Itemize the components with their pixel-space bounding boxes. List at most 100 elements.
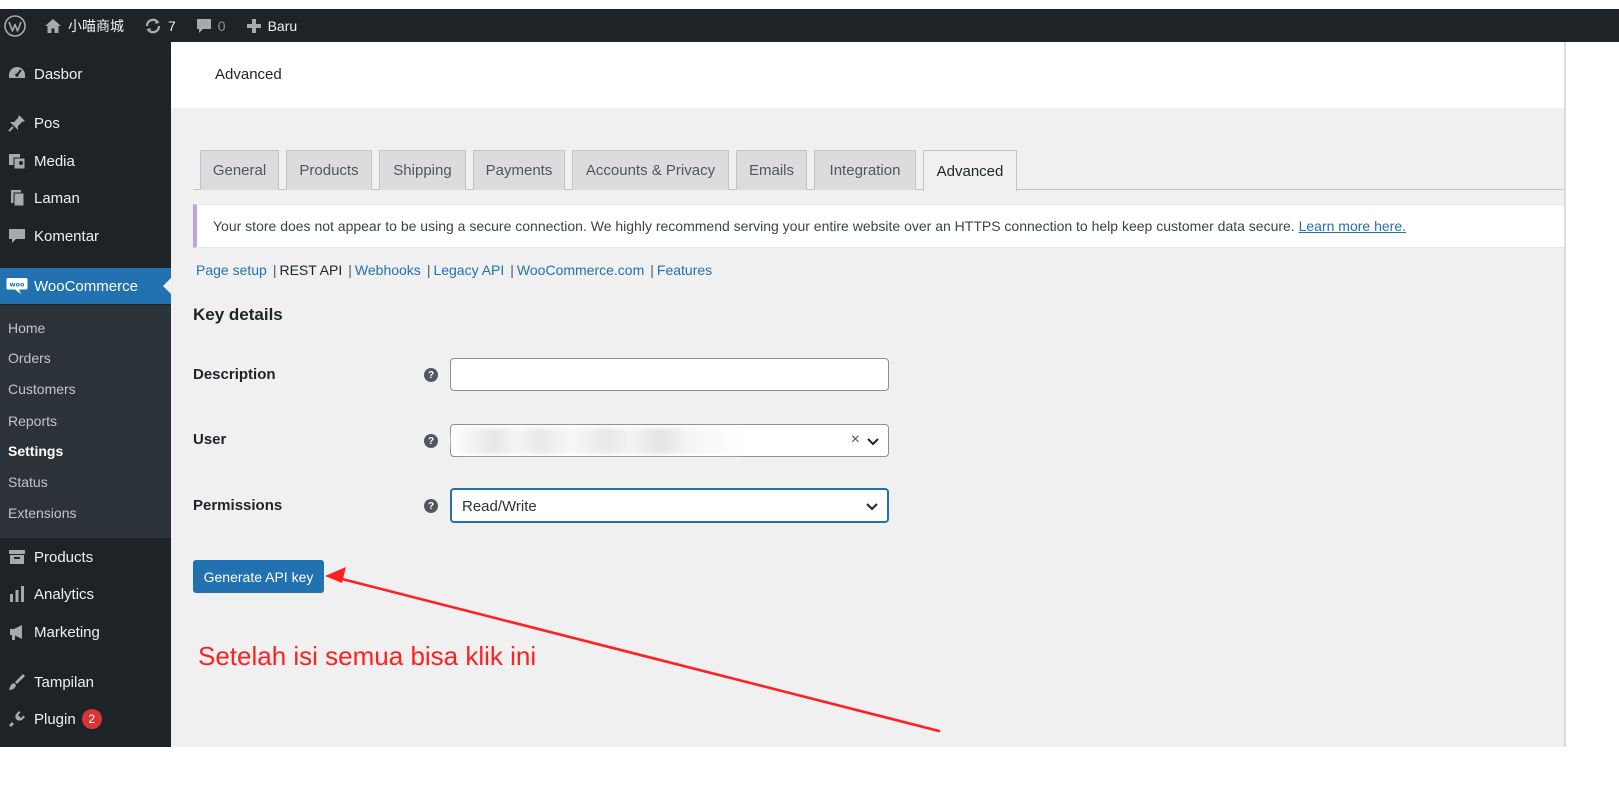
admin-bar: 小喵商城 7 0 Baru [0, 9, 1619, 42]
advanced-section-links: Page setup | REST API | Webhooks | Legacy API |… [196, 262, 712, 278]
section-link-features[interactable]: Features [657, 262, 712, 278]
sidebar-item-label: Analytics [34, 585, 95, 603]
woocommerce-submenu: Home Orders Customers Reports Settings S… [0, 305, 171, 538]
active-menu-arrow [163, 278, 171, 294]
generate-api-key-button[interactable]: Generate API key [193, 560, 324, 593]
plus-icon [246, 18, 261, 33]
submenu-item-status[interactable]: Status [8, 474, 48, 490]
chevron-down-icon [866, 503, 878, 511]
key-details-heading: Key details [193, 305, 283, 324]
window-edge [1564, 42, 1566, 747]
screenshot-root: 小喵商城 7 0 Baru Dasbor Pos Media Laman Kom… [0, 0, 1619, 785]
sidebar-item-label: Pos [34, 114, 60, 132]
sidebar-item-label: Komentar [34, 227, 100, 245]
sidebar-item-pos[interactable]: Pos [0, 105, 171, 141]
tab-shipping[interactable]: Shipping [379, 150, 466, 190]
separator: | [426, 262, 431, 278]
sidebar-item-komentar[interactable]: Komentar [0, 218, 171, 254]
tab-products[interactable]: Products [286, 150, 372, 190]
sidebar-item-label: Products [34, 548, 94, 566]
pin-icon [0, 113, 34, 133]
description-input[interactable] [450, 358, 889, 391]
user-label: User [193, 431, 227, 448]
sidebar-item-marketing[interactable]: Marketing [0, 614, 171, 650]
description-label: Description [193, 366, 276, 383]
sidebar-item-products[interactable]: Products [0, 539, 171, 575]
media-icon [0, 151, 34, 171]
home-icon [45, 18, 61, 33]
svg-text:woo: woo [10, 281, 25, 289]
sidebar-item-woocommerce[interactable]: woo WooCommerce [0, 268, 171, 304]
new-content-link[interactable]: Baru [236, 9, 308, 42]
sidebar-item-label: WooCommerce [34, 277, 138, 295]
separator: | [272, 262, 277, 278]
comment-icon [0, 226, 34, 246]
tab-payments[interactable]: Payments [473, 150, 565, 190]
sidebar-item-laman[interactable]: Laman [0, 180, 171, 216]
submenu-item-home[interactable]: Home [8, 320, 45, 336]
help-icon[interactable]: ? [424, 499, 438, 513]
sidebar-item-label: Dasbor [34, 65, 83, 83]
page-icon [0, 188, 34, 208]
refresh-icon [145, 18, 161, 33]
help-icon[interactable]: ? [424, 368, 438, 382]
sidebar-item-tampilan[interactable]: Tampilan [0, 664, 171, 700]
sidebar-item-analytics[interactable]: Analytics [0, 576, 171, 612]
sidebar-item-label: Tampilan [34, 673, 95, 691]
section-link-page-setup[interactable]: Page setup [196, 262, 267, 278]
settings-tabs: General Products Shipping Payments Accou… [193, 150, 1564, 191]
archive-icon [0, 547, 34, 567]
user-select[interactable]: × [450, 424, 889, 457]
submenu-item-customers[interactable]: Customers [8, 381, 76, 397]
sidebar-item-media[interactable]: Media [0, 143, 171, 179]
megaphone-icon [0, 622, 34, 642]
updates-link[interactable]: 7 [134, 9, 186, 42]
clear-selection-icon[interactable]: × [851, 431, 860, 449]
new-content-label: Baru [267, 17, 298, 34]
permissions-label: Permissions [193, 497, 283, 514]
separator: | [510, 262, 514, 278]
permissions-selected-value: Read/Write [462, 498, 537, 515]
bar-chart-icon [0, 584, 34, 604]
submenu-item-extensions[interactable]: Extensions [8, 505, 76, 521]
brush-icon [0, 672, 34, 692]
sidebar-item-label: Laman [34, 189, 80, 207]
tab-integration[interactable]: Integration [814, 150, 916, 190]
sidebar-item-label: Media [34, 152, 75, 170]
tab-emails[interactable]: Emails [736, 150, 807, 190]
sidebar-item-plugin[interactable]: Plugin 2 [0, 701, 171, 737]
page-header: Advanced [171, 42, 1564, 108]
submenu-item-reports[interactable]: Reports [8, 413, 57, 429]
redacted-user-value [451, 428, 751, 454]
tab-general[interactable]: General [200, 150, 279, 190]
sidebar-item-label: Marketing [34, 623, 100, 641]
sidebar-item-dasbor[interactable]: Dasbor [0, 56, 171, 92]
section-link-rest-api[interactable]: REST API [279, 262, 342, 278]
separator: | [348, 262, 352, 278]
notice-text: Your store does not appear to be using a… [213, 218, 1295, 234]
comment-bubble-icon [196, 18, 211, 33]
wordpress-logo-button[interactable] [0, 9, 34, 42]
admin-sidebar: Dasbor Pos Media Laman Komentar woo WooC… [0, 42, 171, 747]
help-icon[interactable]: ? [424, 434, 438, 448]
separator: | [650, 262, 654, 278]
plugin-icon [0, 709, 34, 729]
chevron-down-icon [867, 438, 879, 446]
permissions-select[interactable]: Read/Write [450, 488, 889, 523]
comments-link[interactable]: 0 [186, 9, 236, 42]
tab-accounts-privacy[interactable]: Accounts & Privacy [572, 150, 729, 190]
annotation-text: Setelah isi semua bisa klik ini [198, 641, 537, 671]
section-link-woocommerce-com[interactable]: WooCommerce.com [517, 262, 644, 278]
learn-more-link[interactable]: Learn more here. [1299, 218, 1406, 234]
submenu-item-orders[interactable]: Orders [8, 350, 51, 366]
woo-icon: woo [0, 277, 34, 295]
updates-count: 7 [168, 17, 176, 34]
submenu-item-settings[interactable]: Settings [8, 443, 63, 459]
comments-count: 0 [217, 17, 226, 34]
site-name-link[interactable]: 小喵商城 [34, 9, 134, 42]
section-link-webhooks[interactable]: Webhooks [355, 262, 421, 278]
https-warning-notice: Your store does not appear to be using a… [193, 204, 1564, 248]
site-name: 小喵商城 [68, 17, 124, 34]
tab-advanced[interactable]: Advanced [923, 150, 1017, 191]
section-link-legacy-api[interactable]: Legacy API [433, 262, 504, 278]
